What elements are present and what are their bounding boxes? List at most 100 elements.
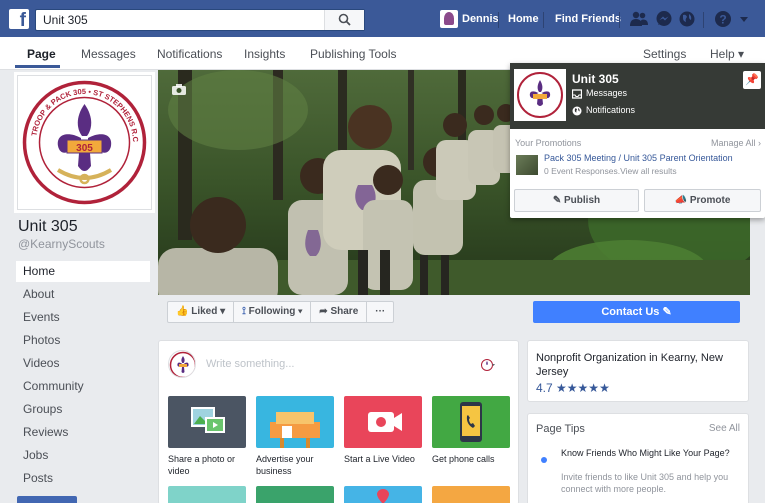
- sidebar-item-about[interactable]: About: [16, 284, 150, 305]
- user-avatar: [440, 10, 458, 29]
- tab-notifications[interactable]: Notifications: [157, 47, 222, 65]
- phone-calls-tile[interactable]: [432, 396, 510, 448]
- sidebar-item-jobs[interactable]: Jobs: [16, 445, 150, 466]
- promote-label: Promote: [689, 195, 731, 206]
- sidebar-item-videos[interactable]: Videos: [16, 353, 150, 374]
- page-username[interactable]: @KearnyScouts: [18, 237, 105, 251]
- thumbs-up-icon: 👍: [176, 306, 192, 317]
- post-composer: Write something... Share a photo or vide…: [158, 340, 519, 503]
- promo-messages-label: Messages: [586, 88, 628, 98]
- liked-button[interactable]: 👍 Liked ▾: [168, 302, 235, 322]
- see-all-link[interactable]: See All: [709, 423, 740, 434]
- find-friends-link[interactable]: Find Friends: [555, 10, 621, 28]
- event-thumbnail[interactable]: [516, 155, 538, 175]
- camera-icon[interactable]: [172, 84, 186, 95]
- event-link[interactable]: Pack 305 Meeting / Unit 305 Parent Orien…: [544, 153, 733, 163]
- share-arrow-icon: ➦: [319, 306, 331, 317]
- promo-header: Unit 305 Messages Notifications 📌: [510, 63, 765, 129]
- pencil-icon: ✎: [659, 306, 672, 318]
- svg-text:305: 305: [76, 143, 93, 154]
- search-input[interactable]: [36, 10, 326, 30]
- more-options-button[interactable]: ···: [367, 302, 393, 322]
- divider: [543, 12, 544, 28]
- tip-bullet-icon: [541, 457, 547, 463]
- write-something-input[interactable]: Write something...: [206, 358, 294, 370]
- phone-calls-label[interactable]: Get phone calls: [432, 453, 512, 465]
- page-avatar-selector-icon[interactable]: [481, 358, 495, 372]
- advertise-label[interactable]: Advertise your business: [256, 453, 336, 477]
- composer-avatar: [168, 350, 196, 378]
- profile-link[interactable]: Dennis: [440, 10, 499, 29]
- profile-picture[interactable]: TROOP & PACK 305 • ST STEPHENS R.C.C. 30…: [15, 69, 152, 210]
- sidebar-item-events[interactable]: Events: [16, 307, 150, 328]
- friend-requests-icon[interactable]: [630, 10, 648, 28]
- tab-messages[interactable]: Messages: [81, 47, 136, 65]
- publish-button[interactable]: ✎ Publish: [514, 189, 639, 212]
- sidebar-item-photos[interactable]: Photos: [16, 330, 150, 351]
- rating[interactable]: 4.7 ★★★★★: [536, 381, 610, 395]
- messages-icon[interactable]: [655, 10, 673, 28]
- about-card: Nonprofit Organization in Kearny, New Je…: [527, 340, 749, 402]
- svg-text:?: ?: [719, 13, 726, 27]
- page-tips-title: Page Tips: [536, 423, 585, 435]
- page-name[interactable]: Unit 305: [18, 218, 78, 236]
- composer-tile[interactable]: [168, 486, 246, 503]
- edit-icon: ✎: [552, 195, 565, 206]
- notifications-globe-icon[interactable]: [678, 10, 696, 28]
- active-tab-indicator: [15, 65, 60, 68]
- tab-publishing-tools[interactable]: Publishing Tools: [310, 47, 397, 65]
- promo-page-title[interactable]: Unit 305: [572, 72, 619, 86]
- advertise-tile[interactable]: [256, 396, 334, 448]
- facebook-logo-icon[interactable]: f: [9, 9, 29, 29]
- tab-insights[interactable]: Insights: [244, 47, 285, 65]
- composer-tile[interactable]: [256, 486, 334, 503]
- photo-video-tile[interactable]: [168, 396, 246, 448]
- composer-tile[interactable]: [432, 486, 510, 503]
- contact-us-button[interactable]: Contact Us ✎: [533, 301, 740, 323]
- search-box[interactable]: [35, 9, 365, 31]
- photo-icon: [191, 407, 225, 433]
- sidebar-action-button[interactable]: [17, 496, 77, 503]
- video-camera-icon: [368, 412, 402, 432]
- promo-page-logo[interactable]: [514, 69, 566, 121]
- rating-value: 4.7: [536, 381, 553, 395]
- share-label: Share: [330, 306, 359, 317]
- manage-all-link[interactable]: Manage All ›: [711, 138, 761, 148]
- event-stats[interactable]: 0 Event Responses.View all results: [544, 166, 677, 176]
- phone-icon: [460, 402, 482, 442]
- divider: [498, 12, 499, 28]
- promo-notifications-link[interactable]: Notifications: [572, 105, 635, 116]
- share-button[interactable]: ➦ Share: [311, 302, 368, 322]
- sidebar-item-groups[interactable]: Groups: [16, 399, 150, 420]
- live-video-tile[interactable]: [344, 396, 422, 448]
- troop-logo-icon: [517, 72, 563, 118]
- user-name: Dennis: [462, 13, 499, 25]
- divider: [703, 12, 704, 28]
- sidebar-item-community[interactable]: Community: [16, 376, 150, 397]
- sidebar-item-posts[interactable]: Posts: [16, 468, 150, 489]
- inbox-icon: [572, 88, 582, 99]
- promo-messages-link[interactable]: Messages: [572, 88, 627, 99]
- sidebar-item-home[interactable]: Home: [16, 261, 150, 282]
- sidebar-item-reviews[interactable]: Reviews: [16, 422, 150, 443]
- search-button[interactable]: [324, 10, 364, 30]
- page-action-bar: 👍 Liked ▾ ⟟ Following ▾ ➦ Share ···: [167, 301, 395, 323]
- megaphone-icon: 📣: [674, 195, 690, 206]
- photo-video-label[interactable]: Share a photo or video: [168, 453, 248, 477]
- following-button[interactable]: ⟟ Following ▾: [234, 302, 312, 322]
- promote-button[interactable]: 📣 Promote: [644, 189, 761, 212]
- account-menu-icon[interactable]: [740, 17, 748, 23]
- help-icon[interactable]: ?: [714, 10, 732, 28]
- category-location[interactable]: Nonprofit Organization in Kearny, New Je…: [536, 351, 742, 379]
- tip-question[interactable]: Know Friends Who Might Like Your Page?: [561, 447, 741, 459]
- troop-logo-icon: TROOP & PACK 305 • ST STEPHENS R.C.C. 30…: [15, 69, 147, 205]
- composer-tile[interactable]: [344, 486, 422, 503]
- divider: [619, 12, 620, 28]
- star-rating-icon: ★★★★★: [556, 381, 610, 395]
- liked-label: Liked ▾: [191, 306, 226, 317]
- promo-notifications-label: Notifications: [586, 105, 636, 115]
- live-video-label[interactable]: Start a Live Video: [344, 453, 424, 465]
- tab-page[interactable]: Page: [27, 47, 56, 65]
- pin-icon[interactable]: 📌: [743, 71, 761, 89]
- home-link[interactable]: Home: [508, 10, 539, 28]
